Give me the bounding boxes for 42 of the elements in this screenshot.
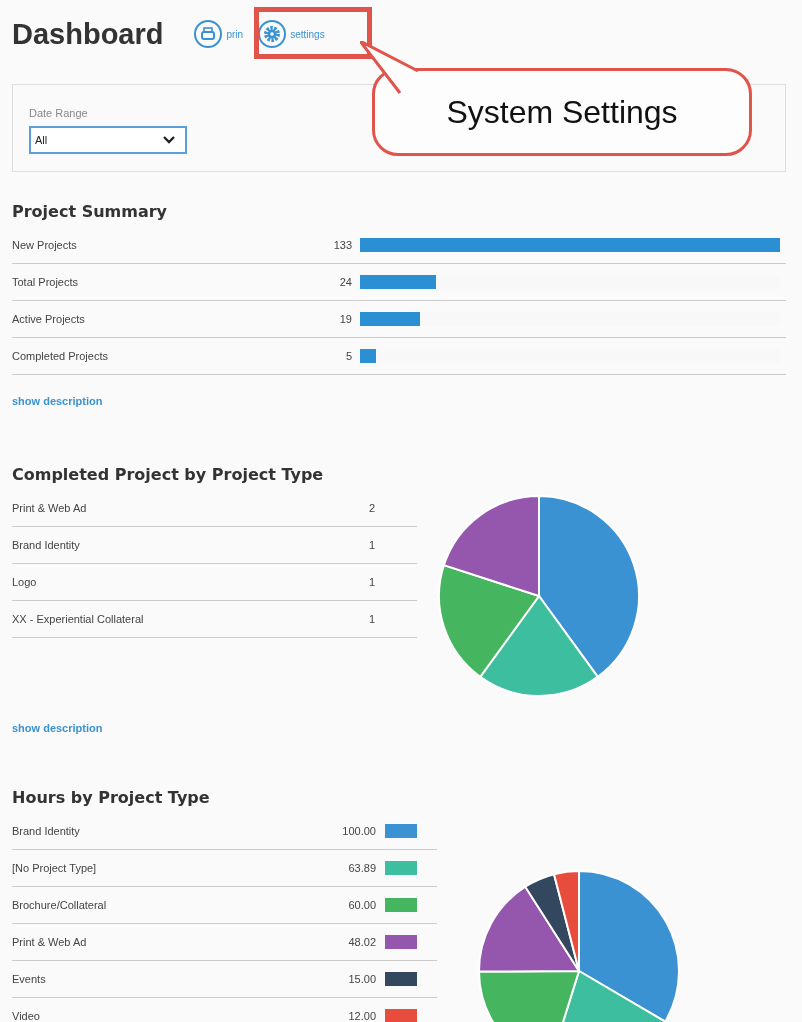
section-title: Project Summary (12, 202, 169, 221)
settings-link[interactable]: settings (290, 28, 325, 40)
row-label: New Projects (12, 239, 77, 251)
row-label: Brand Identity (12, 539, 80, 551)
row-value: 1 (368, 539, 375, 551)
row-label: Completed Projects (12, 350, 108, 362)
row-value: 60.00 (348, 899, 376, 911)
row-value: 12.00 (348, 1010, 376, 1022)
callout-text: System Settings (446, 93, 678, 131)
row-value: 48.02 (348, 936, 376, 948)
row-label: XX - Experiential Collateral (12, 613, 144, 625)
row-value: 63.89 (348, 862, 376, 874)
section-title: Hours by Project Type (12, 788, 211, 807)
row-label: Print & Web Ad (12, 502, 87, 514)
row-value: 100.00 (342, 825, 376, 837)
settings-icon[interactable] (257, 19, 288, 49)
chevron-icon (163, 136, 175, 144)
row-label: Video (12, 1010, 40, 1022)
page-title: Dashboard (12, 17, 164, 51)
show-description-link[interactable]: show description (12, 395, 103, 407)
row-value: 5 (344, 350, 352, 362)
row-value: 24 (338, 276, 352, 288)
row-label: [No Project Type] (12, 862, 97, 874)
row-value: 19 (338, 313, 352, 325)
row-value: 15.00 (348, 973, 376, 985)
row-value: 1 (368, 576, 375, 588)
row-label: Print & Web Ad (12, 936, 87, 948)
row-value: 133 (332, 239, 352, 251)
section-title: Completed Project by Project Type (12, 465, 325, 484)
date-range-label: Date Range (29, 107, 89, 119)
row-label: Events (12, 973, 46, 985)
row-label: Total Projects (12, 276, 79, 288)
print-link[interactable]: prin (226, 28, 244, 40)
row-value: 2 (368, 502, 375, 514)
row-label: Active Projects (12, 313, 85, 325)
row-label: Logo (12, 576, 37, 588)
show-description-link[interactable]: show description (12, 722, 103, 734)
row-label: Brand Identity (12, 825, 80, 837)
row-label: Brochure/Collateral (12, 899, 107, 911)
date-range-select[interactable]: All (29, 126, 187, 154)
print-icon[interactable] (193, 19, 224, 49)
row-value: 1 (368, 613, 375, 625)
